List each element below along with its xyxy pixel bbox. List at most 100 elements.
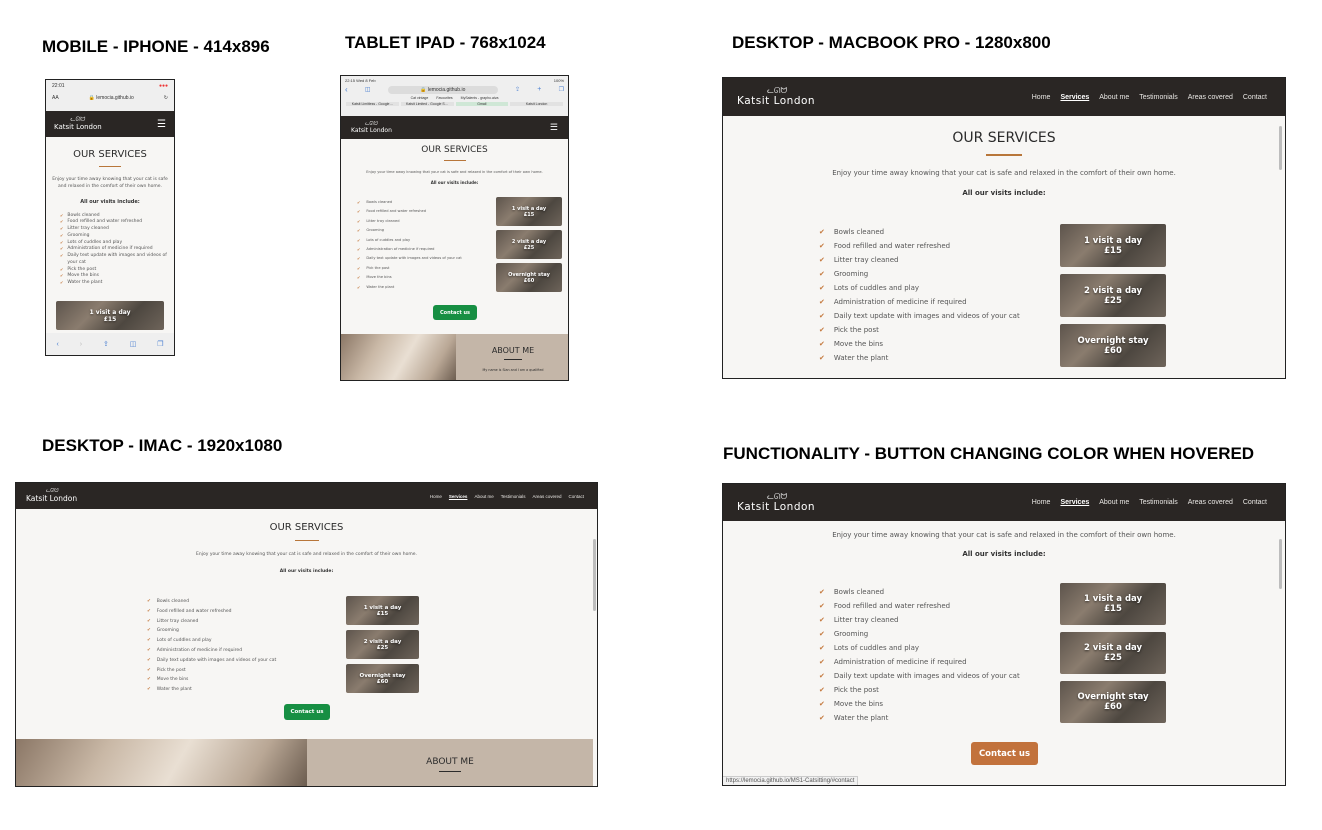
scrollbar[interactable] xyxy=(593,539,596,611)
visit-item-label: Water the plant xyxy=(67,280,103,285)
visit-item: ✔ Grooming xyxy=(819,627,1020,641)
visit-item: ✔ Daily text update with images and video… xyxy=(819,669,1020,683)
nav-link[interactable]: Contact xyxy=(1243,499,1267,506)
card-label: Overnight stay xyxy=(1077,692,1149,702)
check-icon: ✔ xyxy=(819,270,825,278)
browser-tab[interactable]: Katsit Limitless - Google… xyxy=(346,102,399,106)
visit-item-label: Water the plant xyxy=(366,284,395,289)
forward-icon[interactable]: › xyxy=(80,341,82,348)
browser-tab[interactable]: Gmail xyxy=(455,102,509,106)
visit-item-label: Water the plant xyxy=(156,687,192,693)
tabs-icon[interactable]: ❐ xyxy=(157,340,163,348)
nav-link[interactable]: About me xyxy=(474,494,493,499)
mobile-url[interactable]: 🔒 lemocia.github.io xyxy=(89,95,134,101)
check-icon: ✔ xyxy=(819,658,825,666)
services-title: OUR SERVICES xyxy=(73,149,147,160)
visit-item-label: Food refilled and water refreshed xyxy=(833,602,951,610)
nav-link[interactable]: Contact xyxy=(568,494,584,499)
scrollbar[interactable] xyxy=(1279,126,1282,170)
tablet-brand[interactable]: ᓚᘏᗢ Katsit London xyxy=(351,121,392,134)
contact-us-button[interactable]: Contact us xyxy=(433,305,477,320)
price-card[interactable]: 2 visit a day £25 xyxy=(496,230,562,259)
nav-link[interactable]: Services xyxy=(1060,499,1089,506)
tablet-url-bar[interactable]: 🔒 lemocia.github.io xyxy=(387,85,498,94)
price-card[interactable]: Overnight stay £60 xyxy=(1060,324,1166,367)
tablet-new-tab-icon[interactable]: + xyxy=(537,86,541,93)
price-card[interactable]: Overnight stay £60 xyxy=(1060,681,1166,723)
visit-item-label: Administration of medicine if required xyxy=(366,246,435,251)
price-card[interactable]: 1 visit a day £15 xyxy=(1060,583,1166,625)
hover-brand[interactable]: ᓚᘏᗢ Katsit London xyxy=(737,492,815,513)
mobile-brand[interactable]: ᓚᘏᗢ Katsit London xyxy=(54,117,102,132)
bookmark-link[interactable]: Cat vintage xyxy=(411,96,429,100)
visit-item: ✔ Pick the post xyxy=(357,264,462,273)
tablet-sidebar-icon[interactable]: ◫ xyxy=(365,86,371,93)
check-icon: ✔ xyxy=(147,647,151,653)
nav-link[interactable]: Home xyxy=(1032,499,1051,506)
check-icon: ✔ xyxy=(147,657,151,663)
contact-us-button[interactable]: Contact us xyxy=(284,704,330,720)
title-underline xyxy=(986,154,1022,156)
visit-item-label: Administration of medicine if required xyxy=(833,298,967,306)
nav-link[interactable]: About me xyxy=(1099,499,1129,506)
visit-item-label: Bowls cleaned xyxy=(833,588,885,596)
price-card[interactable]: 2 visit a day £25 xyxy=(1060,274,1166,317)
check-icon: ✔ xyxy=(819,298,825,306)
visit-item-label: Grooming xyxy=(833,270,869,278)
nav-link[interactable]: About me xyxy=(1099,94,1129,101)
contact-us-button-hovered[interactable]: Contact us xyxy=(971,742,1038,765)
price-card[interactable]: Overnight stay £60 xyxy=(346,664,419,693)
check-icon: ✔ xyxy=(357,237,361,243)
visit-item-label: Daily text update with images and videos… xyxy=(833,672,1020,680)
nav-link[interactable]: Home xyxy=(430,494,442,499)
bookmark-link[interactable]: Favourites xyxy=(436,96,452,100)
back-icon[interactable]: ‹ xyxy=(56,341,58,348)
imac-brand[interactable]: ᓚᘏᗢ Katsit London xyxy=(26,489,77,504)
price-card[interactable]: 1 visit a day £15 xyxy=(496,197,562,226)
visits-heading: All our visits include: xyxy=(962,550,1046,558)
nav-link[interactable]: Areas covered xyxy=(1188,499,1233,506)
visit-item-label: Grooming xyxy=(366,228,384,233)
nav-link[interactable]: Testimonials xyxy=(501,494,526,499)
tablet-bookmarks-bar: Cat vintage Favourites MySalents - grapho.… xyxy=(345,96,564,100)
nav-link[interactable]: Services xyxy=(449,494,468,499)
macbook-brand[interactable]: ᓚᘏᗢ Katsit London xyxy=(737,87,815,108)
bookmark-link[interactable]: MySalents - grapho.aiva xyxy=(461,96,499,100)
scrollbar[interactable] xyxy=(1279,539,1282,589)
check-icon: ✔ xyxy=(60,239,64,245)
bookmarks-icon[interactable]: ◫ xyxy=(130,340,137,348)
check-icon: ✔ xyxy=(819,644,825,652)
price-card[interactable]: 1 visit a day £15 xyxy=(346,596,419,625)
price-card[interactable]: 2 visit a day £25 xyxy=(346,630,419,659)
nav-link[interactable]: Services xyxy=(1060,94,1089,101)
nav-link[interactable]: Home xyxy=(1032,94,1051,101)
card-price: £60 xyxy=(1104,345,1122,356)
visits-list: ✔ Bowls cleaned ✔ Food refilled and water r… xyxy=(357,198,462,292)
nav-link[interactable]: Testimonials xyxy=(1139,94,1178,101)
mobile-aa-button[interactable]: AA xyxy=(52,95,59,101)
tablet-tabs-icon[interactable]: ❐ xyxy=(559,86,564,93)
visit-item: ✔ Move the bins xyxy=(60,273,174,280)
tablet-share-icon[interactable]: ⇪ xyxy=(515,86,520,93)
hamburger-menu-icon[interactable]: ☰ xyxy=(550,122,558,133)
browser-tab[interactable]: Katsit London xyxy=(510,102,563,106)
nav-link[interactable]: Contact xyxy=(1243,94,1267,101)
price-card-1-visit[interactable]: 1 visit a day £15 xyxy=(56,301,164,330)
nav-link[interactable]: Areas covered xyxy=(1188,94,1233,101)
share-icon[interactable]: ⇪ xyxy=(103,340,109,348)
mobile-reload-icon[interactable]: ↻ xyxy=(164,95,168,101)
nav-link[interactable]: Testimonials xyxy=(1139,499,1178,506)
tablet-browser-bar: 22:15 Wed 8 Feb 100% ‹ ◫ 🔒 lemocia.githu… xyxy=(341,76,568,116)
price-card[interactable]: Overnight stay £60 xyxy=(496,263,562,292)
price-card[interactable]: 1 visit a day £15 xyxy=(1060,224,1166,267)
hamburger-menu-icon[interactable]: ☰ xyxy=(157,119,166,130)
visit-item-label: Litter tray cleaned xyxy=(156,618,199,624)
check-icon: ✔ xyxy=(819,700,825,708)
check-icon: ✔ xyxy=(60,246,64,252)
tablet-back-icon[interactable]: ‹ xyxy=(345,85,348,94)
visit-item: ✔ Food refilled and water refreshed xyxy=(819,599,1020,613)
nav-link[interactable]: Areas covered xyxy=(532,494,561,499)
visit-item-label: Daily text update with images and videos… xyxy=(366,256,462,261)
price-card[interactable]: 2 visit a day £25 xyxy=(1060,632,1166,674)
browser-tab[interactable]: Katsit Limited - Google S… xyxy=(400,102,454,106)
